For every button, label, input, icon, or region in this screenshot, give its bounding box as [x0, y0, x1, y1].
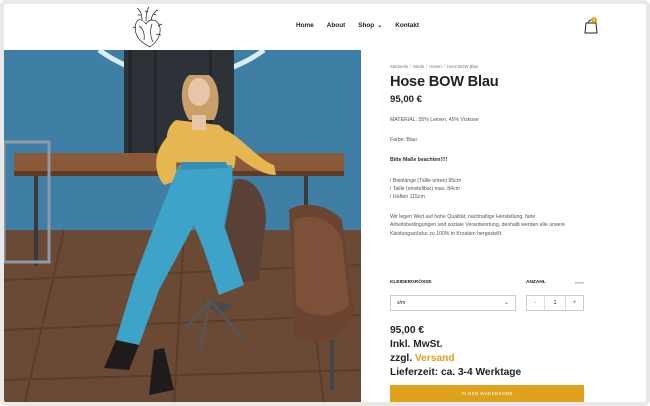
main-nav: Home About Shop ⌄ Kontakt [296, 22, 419, 29]
site-header: Home About Shop ⌄ Kontakt 0 [4, 4, 646, 50]
shipping-prefix: zzgl. [390, 353, 413, 364]
shipping-note: zzgl. Versand [390, 352, 521, 366]
cart-count-badge: 0 [591, 17, 597, 23]
nav-home[interactable]: Home [296, 22, 314, 29]
shipping-link[interactable]: Versand [415, 353, 455, 364]
product-info: Startseite / Mode / Hosen / Hose BOW Blau H… [390, 64, 590, 238]
measure-hips: / Hüften 115cm [390, 194, 425, 201]
size-select[interactable]: s/m ⌄ [390, 295, 516, 311]
product-title: Hose BOW Blau [390, 74, 499, 90]
quantity-decrease-button[interactable]: - [527, 296, 544, 310]
breadcrumb-separator: / [443, 64, 445, 69]
size-notice: Bitte Maße beachten!!!! [390, 157, 448, 164]
nav-about[interactable]: About [327, 22, 345, 29]
measure-leg: / Beinlänge (Taille unten) 95cm [390, 177, 462, 184]
nav-kontakt[interactable]: Kontakt [395, 22, 419, 29]
summary-price: 95,00 € [390, 325, 424, 336]
breadcrumb-current: Hose BOW Blau [446, 64, 479, 69]
breadcrumb-separator: / [410, 64, 412, 69]
delivery-time: Lieferzeit: ca. 3-4 Werktage [390, 367, 522, 378]
product-photo[interactable] [4, 50, 361, 406]
color-text: Farbe: Blau [390, 137, 417, 144]
breadcrumb-mode[interactable]: Mode [413, 64, 424, 69]
breadcrumb: Startseite / Mode / Hosen / Hose BOW Blau [390, 64, 590, 69]
price-summary: 95,00 € Inkl. MwSt. zzgl. Versand Liefer… [390, 324, 521, 380]
breadcrumb-separator: / [426, 64, 428, 69]
breadcrumb-hosen[interactable]: Hosen [429, 64, 441, 69]
sustainability-text: Wir legen Wert auf hohe Qualität, nachha… [390, 214, 566, 237]
chevron-down-icon: ⌄ [377, 23, 383, 29]
browser-frame: Home About Shop ⌄ Kontakt 0 Startseite /… [0, 0, 650, 406]
material-text: MATERIAL: 55% Leinen, 45% Viskose [390, 117, 479, 123]
nav-shop[interactable]: Shop ⌄ [358, 22, 382, 29]
nav-shop-label: Shop [358, 22, 375, 29]
size-label: KLEIDERGRÖSSE [390, 280, 432, 285]
measure-waist: / Taille (einstellbar) max. 84cm [390, 185, 460, 192]
quantity-stepper: - 1 + [526, 295, 584, 311]
reset-link[interactable]: reset [575, 280, 584, 285]
quantity-label: ANZAHL [526, 280, 546, 285]
breadcrumb-startseite[interactable]: Startseite [390, 64, 408, 69]
add-to-cart-button[interactable]: IN DEN WARENKORB [390, 385, 584, 402]
product-price: 95,00 € [390, 94, 423, 105]
chevron-down-icon: ⌄ [503, 300, 509, 306]
tax-note: Inkl. MwSt. [390, 339, 443, 350]
anatomical-heart-logo[interactable] [130, 6, 164, 48]
quantity-increase-button[interactable]: + [566, 296, 583, 310]
quantity-input[interactable]: 1 [544, 296, 566, 310]
size-select-value: s/m [397, 300, 406, 306]
